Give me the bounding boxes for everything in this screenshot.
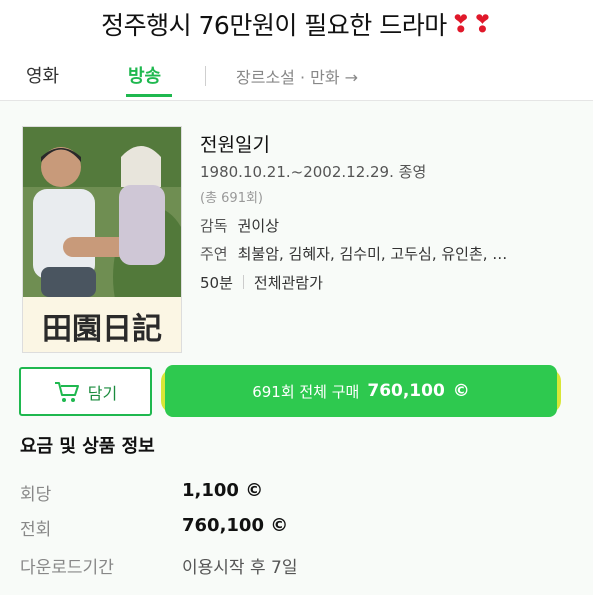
heart-icon: ❣ xyxy=(450,10,471,38)
cart-icon xyxy=(54,381,79,402)
age-rating: 전체관람가 xyxy=(253,274,323,292)
poster-logo: 田園日記 xyxy=(42,312,162,347)
full-series-price: 760,100 © xyxy=(182,515,289,536)
pricing-info-title: 요금 및 상품 정보 xyxy=(20,436,155,457)
coin-icon: © xyxy=(452,381,470,401)
tab-genre-novel-comic[interactable]: 장르소설 · 만화 → xyxy=(236,64,358,88)
heart-icon: ❣ xyxy=(472,10,492,38)
buy-amount: 760,100 xyxy=(367,381,445,401)
per-episode-label: 회당 xyxy=(20,485,52,505)
show-title: 전원일기 xyxy=(200,134,270,156)
tab-active-indicator xyxy=(126,94,172,97)
tab-movie[interactable]: 영화 xyxy=(26,62,59,88)
tab-divider xyxy=(205,66,206,86)
director-row: 감독 권이상 xyxy=(200,215,279,236)
cast-names[interactable]: 최불암, 김혜자, 김수미, 고두심, 유인촌, … xyxy=(238,243,508,264)
category-tabs: 영화 방송 장르소설 · 만화 → xyxy=(0,52,593,101)
poster-illustration: 田園日記 xyxy=(23,127,181,352)
cart-label: 담기 xyxy=(87,383,118,403)
buy-label: 691회 전체 구매 xyxy=(252,382,360,401)
cast-label: 주연 xyxy=(200,245,228,263)
hearts: ❣ ❣ xyxy=(450,10,493,38)
download-period-label: 다운로드기간 xyxy=(20,558,114,578)
air-dates: 1980.10.21.~2002.12.29. 종영 xyxy=(200,163,427,181)
meta-divider xyxy=(242,275,244,289)
cast-row: 주연 최불암, 김혜자, 김수미, 고두심, 유인촌, … xyxy=(200,243,507,264)
runtime: 50분 xyxy=(200,274,233,292)
caption: 정주행시 76만원이 필요한 드라마 ❣ ❣ xyxy=(0,0,593,48)
director-label: 감독 xyxy=(200,217,228,235)
caption-text: 정주행시 76만원이 필요한 드라마 xyxy=(101,11,447,40)
episode-count: (총 691회) xyxy=(200,191,264,206)
director-name[interactable]: 권이상 xyxy=(238,215,279,236)
meta-row: 50분 전체관람가 xyxy=(200,272,323,293)
full-series-label: 전회 xyxy=(20,520,52,540)
buy-all-episodes-button[interactable]: 691회 전체 구매 760,100 © xyxy=(165,365,557,417)
add-to-cart-button[interactable]: 담기 xyxy=(19,367,152,416)
buy-all-area: 691회 전체 구매 760,100 © xyxy=(161,365,561,417)
poster-image: 田園日記 xyxy=(22,126,182,353)
per-episode-price: 1,100 © xyxy=(182,480,264,501)
tab-broadcast[interactable]: 방송 xyxy=(128,62,161,88)
download-period-value: 이용시작 후 7일 xyxy=(182,558,298,578)
